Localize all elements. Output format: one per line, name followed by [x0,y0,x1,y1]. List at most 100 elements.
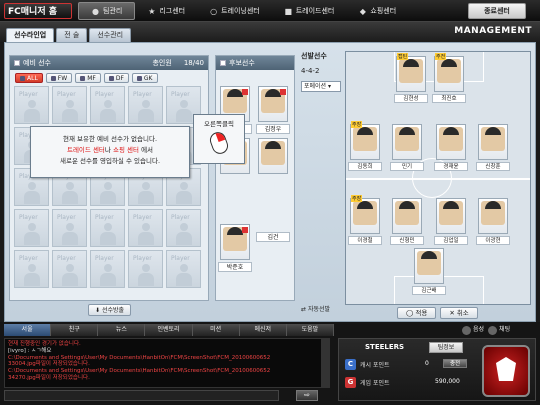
trade-center-link[interactable]: 트레이드 센터 [67,146,105,154]
chat-input[interactable] [4,390,279,401]
reserve-slot[interactable]: Player [166,250,201,288]
reserve-slot[interactable]: Player [52,86,87,124]
chat-tab[interactable]: 뉴스 [98,324,146,336]
chat-scrollbar[interactable] [322,338,330,388]
app-root: FC매니저 홈 ● 팀관리 ★ 리그센터 ○ 트레이닝센터 ■ 트레이드센터 ◆… [0,0,540,405]
chat-toggle-button[interactable]: 채팅 [488,324,510,336]
cancel-label: 취소 [456,309,469,317]
reserve-slot[interactable]: Player [14,250,49,288]
cash-value: 0 [425,360,429,367]
starting-player-card[interactable] [414,248,444,284]
tab-tactics[interactable]: 전 술 [56,28,88,42]
bench-player-card[interactable] [220,224,250,260]
reserve-slot[interactable]: Player [166,209,201,247]
tab-lineup[interactable]: 선수라인업 [6,28,55,42]
reserve-slot[interactable]: Player [14,209,49,247]
chat-tab[interactable]: 메신저 [240,324,287,336]
charge-button[interactable]: 충전 [443,359,467,368]
chat-tab[interactable]: 친구 [51,324,99,336]
nav-league-center[interactable]: ★ 리그센터 [135,2,197,20]
voice-button[interactable]: 음성 [462,324,484,336]
player-silhouette-icon [62,100,78,122]
starting-player-card[interactable] [478,198,508,234]
exit-button[interactable]: 종료센터 [468,3,526,19]
slot-label: Player [19,91,38,98]
player-photo [353,201,377,225]
filter-gk[interactable]: GK [131,73,158,83]
slot-label: Player [19,255,38,262]
chat-send-button[interactable]: ⇨ [296,390,318,401]
chat-tab[interactable]: 서울 [4,324,52,336]
reserve-slot[interactable]: Player [52,209,87,247]
slot-label: Player [57,214,76,221]
reserve-slot[interactable]: Player [128,250,163,288]
player-photo [395,127,419,151]
player-silhouette-icon [138,223,154,245]
chat-line: C:\Documents and Settings\User\My Docume… [8,368,271,375]
reserve-slot[interactable]: Player [52,250,87,288]
reserve-slot[interactable]: Player [90,209,125,247]
chat-tab[interactable]: 도움말 [287,324,334,336]
bench-player-name: 김정우 [256,124,290,134]
apply-label: 적용 [415,309,428,317]
bench-player-card[interactable] [258,86,288,122]
nav-label: 리그센터 [159,7,186,15]
starting-player-card[interactable] [436,124,466,160]
chat-line: 34270.jpg파일이 저장되었습니다. [8,374,90,381]
reserve-slot[interactable]: Player [128,86,163,124]
nav-shopping-center[interactable]: ◆ 쇼핑센터 [346,2,408,20]
formation-select[interactable]: 포메이션 ▾ [301,81,341,92]
reserve-grid: Player Player Player Player Player Player Play… [14,86,204,288]
starting-player-card[interactable]: 캡틴 [396,53,426,92]
player-silhouette-icon [176,223,192,245]
starting-player-card[interactable] [436,198,466,234]
auto-select-button[interactable]: ⇄ 자동선발 [301,304,330,313]
apply-button[interactable]: ◯ 적용 [397,307,437,319]
release-player-button[interactable]: ⬇ 선수방출 [88,304,132,316]
filter-icon [80,75,86,81]
starting-player-card[interactable] [392,124,422,160]
chat-icon [488,325,498,335]
chat-log: 현재 진행중인 경기가 없습니다. [ivyro] : ㅅㄱ해요 C:\Docume… [4,338,322,388]
nav-training-center[interactable]: ○ 트레이닝센터 [197,2,272,20]
voice-label: 음성 [473,326,485,333]
starting-player-name: 신창훈 [476,162,510,171]
bench-player-card[interactable] [258,138,288,174]
reserve-header: 예비 선수 총인원 18/40 [10,56,208,70]
team-info-button[interactable]: 팀정보 [429,342,463,353]
nav-trade-center[interactable]: ■ 트레이드센터 [272,2,347,20]
player-silhouette-icon [138,100,154,122]
slot-label: Player [57,91,76,98]
chat-tab[interactable]: 인벤토리 [145,324,193,336]
club-emblem-icon [482,345,530,397]
filter-mf[interactable]: MF [75,73,101,83]
starting-player-card[interactable]: 주전 [434,53,464,92]
starting-player-card[interactable] [392,198,422,234]
bench-player-name: 김건 [256,232,290,242]
nav-team-management[interactable]: ● 팀관리 [78,2,136,20]
tab-player-management[interactable]: 선수관리 [89,28,132,42]
filter-fw[interactable]: FW [45,73,73,83]
bench-header: 후보선수 [216,56,294,70]
main-area: 예비 선수 총인원 18/40 ALL FW MF DF GK Player Pl… [4,42,536,322]
chat-tab[interactable]: 미션 [193,324,240,336]
home-logo[interactable]: FC매니저 홈 [4,3,72,19]
starting-player-card[interactable]: 주장 [350,195,380,234]
filter-all[interactable]: ALL [15,73,43,83]
cancel-button[interactable]: ✕ 취소 [440,307,478,319]
player-photo [417,251,441,275]
shopping-center-link[interactable]: 쇼핑 센터 [113,146,139,154]
player-photo [399,59,423,83]
popup-line-2: 트레이드 센터나 쇼핑 센터 에서 [31,145,189,156]
player-photo [481,127,505,151]
reserve-slot[interactable]: Player [90,250,125,288]
starting-player-card[interactable]: 주장 [350,121,380,160]
filter-df[interactable]: DF [103,73,129,83]
reserve-slot[interactable]: Player [14,86,49,124]
starting-player-card[interactable] [478,124,508,160]
cash-label: 캐시 포인트 [360,362,390,369]
nav-label: 쇼핑센터 [370,7,397,15]
reserve-slot[interactable]: Player [90,86,125,124]
player-silhouette-icon [24,100,40,122]
reserve-slot[interactable]: Player [128,209,163,247]
